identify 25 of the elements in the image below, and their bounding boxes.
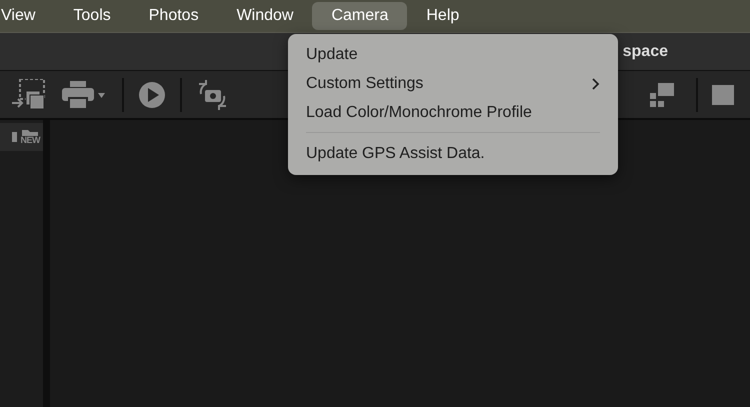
new-folder-label[interactable]: NEW: [20, 136, 40, 144]
folder-icon[interactable]: [22, 130, 38, 136]
menu-item-label: Update: [306, 46, 358, 64]
menu-item[interactable]: Load Color/Monochrome Profile: [288, 98, 618, 127]
chevron-right-icon: [592, 78, 600, 90]
transfer-icon[interactable]: [12, 78, 46, 110]
layout-icon[interactable]: [650, 82, 674, 106]
single-view-icon[interactable]: [712, 84, 734, 104]
menu-item-label: Load Color/Monochrome Profile: [306, 104, 532, 122]
rotate-camera-icon[interactable]: [196, 80, 228, 110]
play-icon[interactable]: [138, 80, 166, 108]
window-title: space: [622, 42, 668, 60]
menu-item[interactable]: Update GPS Assist Data.: [288, 139, 618, 168]
menu-item[interactable]: Help: [407, 2, 478, 30]
menu-item[interactable]: Camera: [312, 2, 408, 30]
printer-icon[interactable]: [62, 80, 108, 108]
menu-item[interactable]: View: [0, 2, 54, 30]
menu-item-label: Custom Settings: [306, 74, 424, 92]
panel-icon[interactable]: [12, 132, 16, 142]
menu-item[interactable]: Custom Settings: [288, 69, 618, 98]
menu-item[interactable]: Photos: [130, 2, 218, 30]
menu-item[interactable]: Window: [218, 2, 312, 30]
menu-item[interactable]: Update: [288, 40, 618, 69]
menu-item[interactable]: Tools: [54, 2, 130, 30]
menu-item-label: Update GPS Assist Data.: [306, 144, 485, 162]
